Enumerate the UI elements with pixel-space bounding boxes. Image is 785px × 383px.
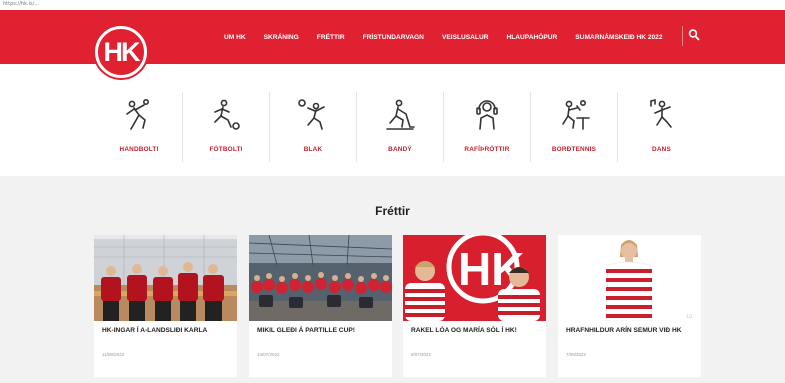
news-card-title: MIKIL GLEÐI Á PARTILLE CUP!: [257, 327, 355, 334]
news-card[interactable]: HK-INGAR Í A-LANDSLIÐI KARLA 11/08/2022: [94, 235, 237, 377]
sport-handbolti[interactable]: HANDBOLTI: [96, 92, 183, 162]
sport-dans[interactable]: DANS: [618, 92, 705, 162]
bandy-icon: [386, 99, 415, 130]
sport-fotbolti[interactable]: FÓTBOLTI: [183, 92, 270, 162]
nav-item-um-hk[interactable]: UM HK: [224, 34, 246, 41]
sport-bordtennis[interactable]: BORÐTENNIS: [531, 92, 618, 162]
hk-logo[interactable]: HK: [95, 26, 147, 78]
nav-item-frettir[interactable]: FRÉTTIR: [317, 34, 345, 41]
sport-label-fotbolti: FÓTBOLTI: [209, 146, 243, 153]
news-card-image: [249, 235, 392, 321]
sports-menu: HANDBOLTI FÓTBOLTI BLAK BANDÝ RAFÍÞRÓTTI…: [96, 92, 706, 162]
handball-icon: [126, 98, 149, 130]
news-card[interactable]: 1/2 HRAFNHILDUR ARÍN SEMUR VIÐ HK 7/09/2…: [558, 235, 701, 377]
sport-label-handbolti: HANDBOLTI: [119, 146, 159, 153]
nav-item-sumarnamskeid[interactable]: SUMARNÁMSKEIÐ HK 2022: [575, 34, 662, 41]
nav-item-hlaupahopur[interactable]: HLAUPAHÓPUR: [506, 34, 557, 41]
sport-label-bandy: BANDÝ: [388, 146, 412, 153]
table-tennis-icon: [562, 99, 590, 130]
news-card-title: HRAFNHILDUR ARÍN SEMUR VIÐ HK: [566, 327, 682, 334]
main-nav: UM HK SKRÁNING FRÉTTIR FRÍSTUNDARVAGN VE…: [224, 10, 680, 64]
news-card-image: 1/2: [558, 235, 701, 321]
volleyball-icon: [298, 99, 325, 130]
browser-url: https://hk.is/...: [3, 1, 40, 7]
news-card-date: 11/08/2022: [102, 352, 125, 357]
news-card[interactable]: MIKIL GLEÐI Á PARTILLE CUP! 13/07/2022: [249, 235, 392, 377]
search-icon: [688, 29, 700, 41]
sport-rafithrottir[interactable]: RAFÍÞRÓTTIR: [444, 92, 531, 162]
nav-item-skraning[interactable]: SKRÁNING: [264, 34, 299, 41]
news-card-image: HK: [403, 235, 546, 321]
news-card-date: 8/07/2022: [411, 352, 432, 357]
news-card-image: [94, 235, 237, 321]
nav-item-veislusalur[interactable]: VEISLUSALUR: [442, 34, 489, 41]
football-icon: [214, 99, 240, 130]
news-card-title: HK-INGAR Í A-LANDSLIÐI KARLA: [102, 327, 208, 334]
sport-label-dans: DANS: [652, 146, 671, 153]
nav-divider: [682, 26, 683, 46]
nav-item-fristundarvagn[interactable]: FRÍSTUNDARVAGN: [363, 34, 424, 41]
sport-label-blak: BLAK: [303, 146, 323, 153]
sport-bandy[interactable]: BANDÝ: [357, 92, 444, 162]
news-heading: Fréttir: [375, 204, 410, 218]
search-button[interactable]: [688, 28, 700, 42]
dance-icon: [649, 98, 672, 128]
svg-text:1/2: 1/2: [686, 314, 693, 319]
sport-label-rafithrottir: RAFÍÞRÓTTIR: [464, 146, 510, 153]
esports-icon: [476, 100, 498, 130]
news-card-date: 13/07/2022: [257, 352, 280, 357]
news-card-date: 7/09/2022: [566, 352, 587, 357]
browser-url-strip: https://hk.is/...: [0, 0, 785, 10]
news-card[interactable]: HK RAKEL LÓA OG MARÍA SÓL Í HK! 8/07/202…: [403, 235, 546, 377]
sport-label-bordtennis: BORÐTENNIS: [551, 146, 597, 153]
logo-text: HK: [103, 36, 141, 67]
news-card-title: RAKEL LÓA OG MARÍA SÓL Í HK!: [411, 327, 517, 334]
sport-blak[interactable]: BLAK: [270, 92, 357, 162]
